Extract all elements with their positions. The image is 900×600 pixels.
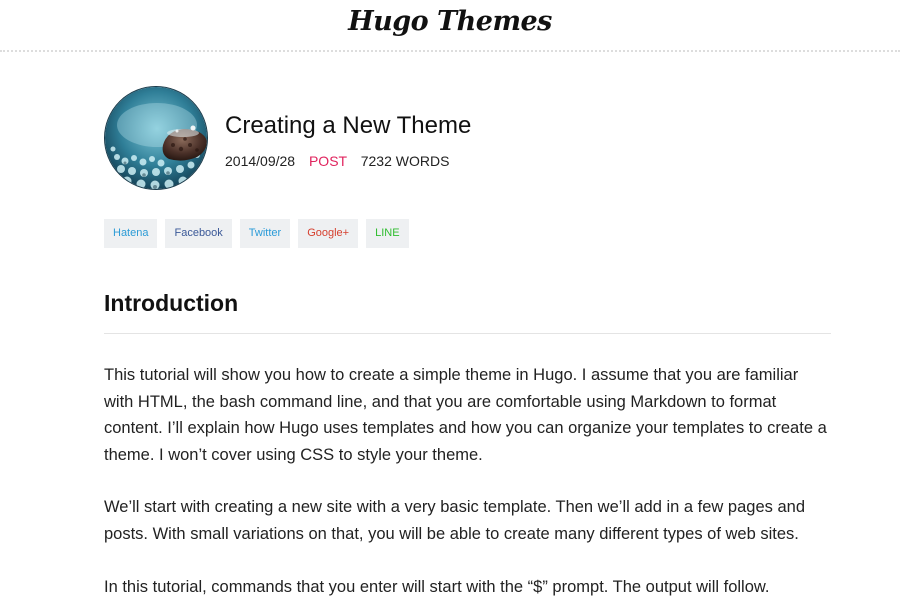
post-word-count: 7232 WORDS [360,153,450,169]
site-title-link[interactable]: Hugo Themes [348,6,552,37]
post-thumbnail [104,86,208,190]
share-line-button[interactable]: LINE [366,219,409,248]
post-meta: 2014/09/28 POST 7232 WORDS [225,153,459,169]
section-heading: Introduction [104,290,831,334]
share-buttons: Hatena Facebook Twitter Google+ LINE [104,219,409,248]
paragraph: In this tutorial, commands that you ente… [104,577,770,596]
post-date: 2014/09/28 [225,153,296,169]
share-twitter-button[interactable]: Twitter [239,219,291,248]
share-google-plus-button[interactable]: Google+ [298,219,359,248]
paragraph: This tutorial will show you how to creat… [104,366,827,464]
post-header: Creating a New Theme 2014/09/28 POST 723… [104,86,830,192]
site-header: Hugo Themes [0,0,900,52]
post-content: Introduction This tutorial will show you… [104,290,831,600]
paragraph: We’ll start with creating a new site wit… [104,498,805,543]
water-droplet-photo-icon [105,87,207,189]
share-facebook-button[interactable]: Facebook [165,219,232,248]
post-title: Creating a New Theme [225,112,472,139]
post-category-link[interactable]: POST [309,153,347,169]
share-hatena-button[interactable]: Hatena [104,219,158,248]
